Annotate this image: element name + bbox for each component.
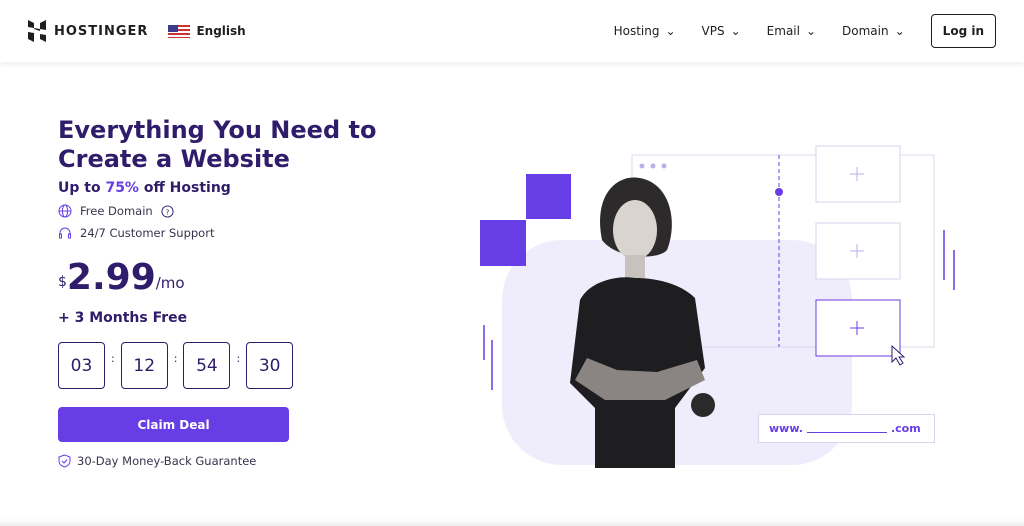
url-suffix: .com [890, 422, 921, 435]
login-button[interactable]: Log in [930, 14, 996, 48]
nav-label: Email [766, 24, 800, 38]
bonus-text: + 3 Months Free [58, 310, 188, 326]
main-nav: Hosting ⌄ VPS ⌄ Email ⌄ Domain ⌄ Log in [614, 14, 996, 48]
globe-icon [58, 204, 72, 218]
shield-check-icon [58, 454, 71, 468]
title-line-1: Everything You Need to [58, 116, 377, 144]
logo[interactable]: HOSTINGER [28, 20, 148, 42]
url-prefix: www. [769, 422, 803, 435]
hero-subtitle: Up to 75% off Hosting [58, 180, 376, 196]
nav-hosting[interactable]: Hosting ⌄ [614, 24, 676, 38]
language-label: English [196, 24, 246, 38]
us-flag-icon [168, 24, 191, 38]
purple-square [526, 174, 571, 219]
money-back-guarantee: 30-Day Money-Back Guarantee [58, 454, 376, 468]
purple-square [480, 220, 526, 266]
price-period: /mo [155, 274, 185, 292]
header: HOSTINGER English Hosting ⌄ VPS ⌄ Email ⌄ D… [0, 0, 1024, 62]
hero-illustration: www. .com [470, 140, 970, 480]
timer-seconds: 30 [246, 342, 294, 389]
hostinger-logo-icon [28, 20, 46, 42]
headset-icon [59, 227, 71, 239]
feature-label: 24/7 Customer Support [80, 226, 215, 240]
price-amount: 2.99 [66, 257, 156, 298]
chevron-down-icon: ⌄ [730, 24, 741, 38]
url-blank [806, 425, 887, 433]
nav-label: VPS [701, 24, 725, 38]
nav-vps[interactable]: VPS ⌄ [702, 24, 741, 38]
discount-highlight: 75% [105, 180, 139, 196]
subtitle-prefix: Up to [58, 180, 106, 196]
chevron-down-icon: ⌄ [894, 24, 905, 38]
nav-label: Domain [842, 24, 889, 38]
title-line-2: Create a Website [58, 145, 290, 173]
price: $ 2.99 /mo [58, 260, 376, 296]
timer-days: 03 [58, 342, 105, 389]
price-currency: $ [58, 274, 67, 290]
nav-email[interactable]: Email ⌄ [767, 24, 816, 38]
chevron-down-icon: ⌄ [665, 24, 676, 38]
feature-support: 24/7 Customer Support [58, 226, 376, 240]
help-icon[interactable]: ? [161, 204, 174, 218]
chevron-down-icon: ⌄ [805, 24, 817, 38]
nav-domain[interactable]: Domain ⌄ [842, 24, 905, 38]
timer-hours: 12 [120, 342, 168, 389]
hero-title: Everything You Need to Create a Website [58, 116, 376, 174]
subtitle-suffix: off Hosting [138, 180, 231, 196]
timer-minutes: 54 [183, 342, 231, 389]
svg-text:?: ? [165, 207, 169, 216]
language-selector[interactable]: English [168, 24, 246, 38]
brand-name: HOSTINGER [54, 23, 149, 39]
guarantee-label: 30-Day Money-Back Guarantee [77, 454, 257, 468]
feature-label: Free Domain [80, 204, 153, 218]
section-divider [0, 518, 1024, 526]
domain-url-field: www. .com [758, 414, 935, 443]
hero-content: Everything You Need to Create a Website U… [58, 116, 376, 468]
countdown-timer: 03: 12: 54: 30 [58, 342, 376, 389]
claim-deal-button[interactable]: Claim Deal [58, 407, 289, 442]
feature-free-domain: Free Domain ? [58, 204, 376, 218]
nav-label: Hosting [613, 24, 660, 38]
